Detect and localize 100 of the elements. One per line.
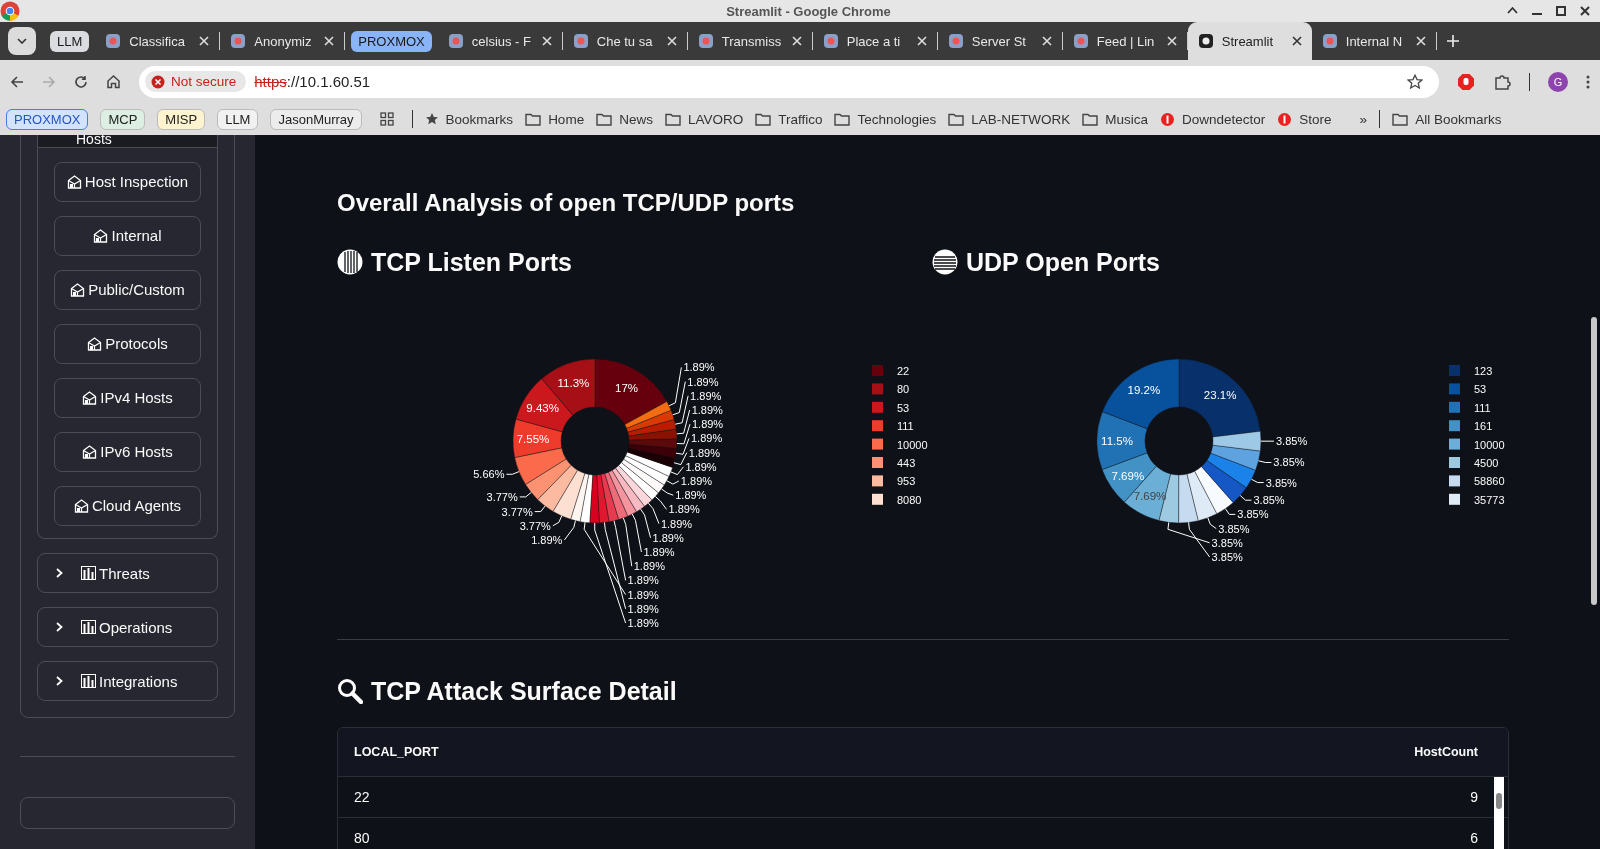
expander[interactable]: Threats <box>37 553 218 593</box>
data-label: 1.89% <box>691 404 723 416</box>
horizontal-striped-circle-icon <box>932 249 958 275</box>
legend-label[interactable]: 953 <box>897 475 916 488</box>
column-header[interactable]: HostCount <box>1414 745 1478 759</box>
bookmark-folder[interactable]: Musica <box>1082 111 1149 127</box>
data-label: 1.89% <box>687 375 719 388</box>
legend-swatch <box>1449 493 1460 505</box>
back-arrow-icon[interactable] <box>10 74 24 89</box>
legend-label[interactable]: 80 <box>897 383 910 396</box>
legend-label[interactable]: 111 <box>897 420 914 433</box>
bookmark-folder[interactable]: LAB-NETWORK <box>948 111 1071 127</box>
close-icon[interactable] <box>1291 36 1302 46</box>
expander[interactable]: Integrations <box>37 661 218 701</box>
expander[interactable]: Operations <box>37 607 218 647</box>
legend-label[interactable]: 443 <box>897 457 916 469</box>
bookmark-chip[interactable]: MCP <box>100 108 146 130</box>
legend-label[interactable]: 53 <box>897 401 910 414</box>
legend-label[interactable]: 10000 <box>1474 438 1505 451</box>
legend-label[interactable]: 8080 <box>897 493 922 506</box>
data-label: 1.89% <box>688 446 720 459</box>
star-icon <box>424 112 439 126</box>
nav-button[interactable]: Cloud Agents <box>54 486 201 526</box>
tab-group-chip[interactable]: PROXMOX <box>351 30 432 52</box>
bookmark-folder[interactable]: News <box>596 111 653 127</box>
profile-avatar[interactable]: G <box>1548 71 1568 92</box>
bookmark-folder[interactable]: Bookmarks <box>424 111 514 127</box>
reload-icon[interactable] <box>74 74 88 89</box>
legend-label[interactable]: 111 <box>1474 401 1491 414</box>
star-icon[interactable] <box>1407 73 1423 90</box>
browser-tab[interactable]: Anonymiz <box>220 22 345 60</box>
bookmark-folder[interactable]: Home <box>525 111 585 127</box>
bookmark-chip[interactable]: PROXMOX <box>6 108 89 130</box>
tab-search-button[interactable] <box>8 27 36 55</box>
puzzle-piece-icon[interactable] <box>1493 72 1511 91</box>
plus-icon[interactable] <box>1446 35 1459 47</box>
bookmark-link[interactable]: Downdetector <box>1160 111 1266 127</box>
leader-line <box>670 466 684 476</box>
browser-tab[interactable]: Che tu sa <box>562 22 687 60</box>
bookmark-link[interactable]: Store <box>1277 111 1332 127</box>
close-icon[interactable] <box>1580 6 1590 16</box>
address-bar[interactable]: Not secure https://10.1.60.51 <box>139 65 1439 98</box>
browser-tab[interactable]: Feed | Lin <box>1062 22 1187 60</box>
legend-label[interactable]: 22 <box>897 365 910 377</box>
nav-button[interactable]: IPv4 Hosts <box>54 378 201 418</box>
nav-button[interactable]: IPv6 Hosts <box>54 432 201 472</box>
data-label: 3.77% <box>519 519 551 532</box>
bookmark-folder[interactable]: Technologies <box>834 111 937 127</box>
data-label: 3.85% <box>1253 494 1285 507</box>
chevron-up-icon[interactable] <box>1507 6 1518 14</box>
legend-label[interactable]: 58860 <box>1474 475 1505 488</box>
site-icon <box>697 33 714 49</box>
tab-group-chip[interactable]: LLM <box>50 30 90 52</box>
nav-button[interactable]: Host Inspection <box>54 162 201 202</box>
site-icon <box>947 33 964 49</box>
legend-label[interactable]: 161 <box>1474 420 1493 433</box>
legend-label[interactable]: 35773 <box>1474 493 1505 506</box>
bookmark-chip[interactable]: MISP <box>157 108 206 130</box>
legend-label[interactable]: 4500 <box>1474 457 1499 469</box>
folder-icon <box>755 112 772 126</box>
security-chip[interactable]: Not secure <box>145 71 247 92</box>
more-menu-icon[interactable] <box>1586 74 1590 89</box>
data-label: 1.89% <box>627 574 659 587</box>
browser-tab[interactable]: Transmiss <box>687 22 812 60</box>
data-label: 1.89% <box>531 534 563 546</box>
legend-label[interactable]: 53 <box>1474 383 1487 396</box>
legend-label[interactable]: 123 <box>1474 365 1493 377</box>
nav-button[interactable]: Internal <box>54 216 201 256</box>
data-label: 1.89% <box>690 389 722 402</box>
leader-line <box>519 492 532 498</box>
bookmark-chip[interactable]: JasonMurray <box>270 108 362 130</box>
browser-tab[interactable]: Place a ti <box>812 22 937 60</box>
folder-icon <box>1082 112 1099 126</box>
apps-grid-icon[interactable] <box>379 112 394 126</box>
more-bookmarks-button[interactable]: » <box>1359 111 1368 127</box>
maximize-icon[interactable] <box>1556 6 1566 16</box>
browser-tab[interactable]: Internal N <box>1311 22 1436 60</box>
data-label: 11.3% <box>557 376 590 389</box>
legend-swatch <box>872 365 883 376</box>
legend-label[interactable]: 10000 <box>897 438 928 451</box>
column-header[interactable]: LOCAL_PORT <box>354 745 439 759</box>
bookmark-folder[interactable]: All Bookmarks <box>1392 111 1502 127</box>
home-icon[interactable] <box>106 74 121 89</box>
browser-tab[interactable]: Streamlit <box>1187 22 1312 60</box>
bar-chart-icon <box>81 566 96 580</box>
browser-tab[interactable]: celsius - F <box>437 22 562 60</box>
section-heading: UDP Open Ports <box>966 247 1161 277</box>
window-title: Streamlit - Google Chrome <box>725 3 891 19</box>
page-scrollbar-thumb[interactable] <box>1591 317 1597 605</box>
bookmark-folder[interactable]: LAVORO <box>664 111 744 127</box>
bookmark-chip[interactable]: LLM <box>217 108 259 130</box>
browser-tab[interactable]: Classifica <box>95 22 220 60</box>
leader-line <box>1260 440 1275 442</box>
browser-tab[interactable]: Server St <box>937 22 1062 60</box>
leader-line <box>1251 478 1265 484</box>
data-label: 3.85% <box>1211 536 1243 549</box>
bookmark-folder[interactable]: Traffico <box>755 111 823 127</box>
nav-button[interactable]: Public/Custom <box>54 270 201 310</box>
stop-hand-icon[interactable] <box>1457 72 1475 91</box>
nav-button[interactable]: Protocols <box>54 324 201 364</box>
